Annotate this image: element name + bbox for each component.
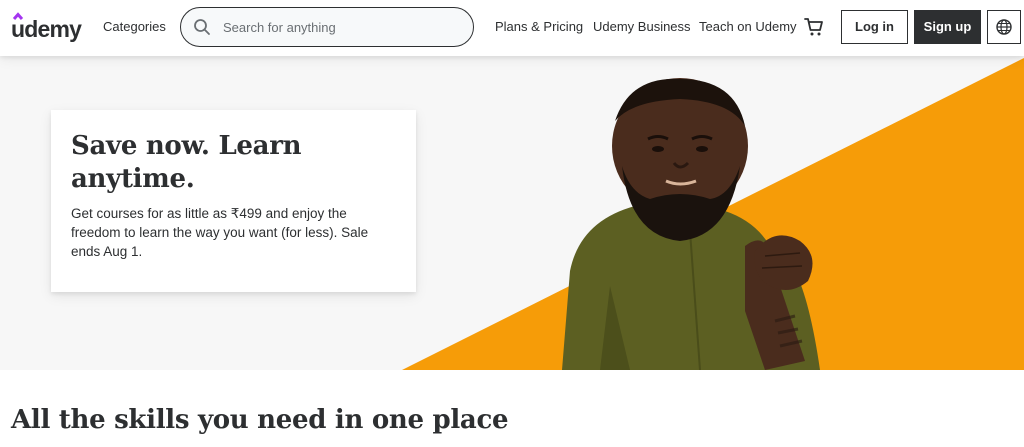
udemy-logo[interactable]: udemy	[11, 10, 91, 44]
promo-card: Save now. Learn anytime. Get courses for…	[51, 110, 416, 292]
promo-description: Get courses for as little as ₹499 and en…	[71, 206, 369, 259]
section-heading: All the skills you need in one place	[11, 405, 509, 435]
hero-person-image	[540, 71, 860, 370]
udemy-business-link[interactable]: Udemy Business	[593, 19, 691, 35]
search-input[interactable]	[223, 17, 463, 37]
login-button[interactable]: Log in	[841, 10, 908, 44]
signup-button[interactable]: Sign up	[914, 10, 981, 44]
cart-button[interactable]	[803, 16, 825, 38]
udemy-logo-mark: udemy	[11, 12, 83, 42]
shopping-cart-icon	[804, 18, 823, 36]
categories-menu[interactable]: Categories	[103, 19, 166, 35]
hero-person-illustration	[562, 78, 820, 370]
hero-banner: Save now. Learn anytime. Get courses for…	[0, 56, 1024, 370]
teach-on-udemy-link[interactable]: Teach on Udemy	[699, 19, 797, 35]
search-bar[interactable]	[180, 7, 474, 47]
language-button[interactable]	[987, 10, 1021, 44]
svg-text:udemy: udemy	[11, 16, 82, 42]
search-icon[interactable]	[193, 18, 211, 36]
plans-pricing-link[interactable]: Plans & Pricing	[495, 19, 583, 35]
top-navigation-bar: udemy Categories Plans & Pricing Udemy B…	[0, 0, 1024, 56]
promo-title: Save now. Learn anytime.	[71, 131, 302, 194]
globe-icon	[996, 19, 1012, 35]
